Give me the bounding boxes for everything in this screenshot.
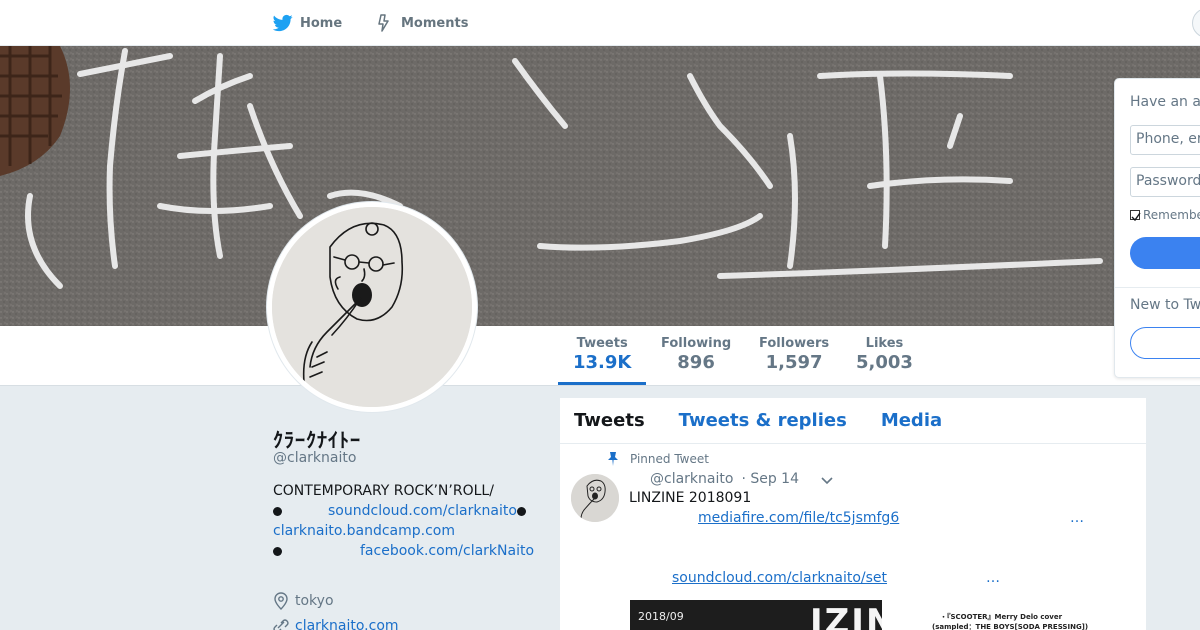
bio-bandcamp-link[interactable]: clarknaito.bandcamp.com [273,523,455,539]
profile-website[interactable]: clarknaito.com [273,618,399,630]
bullet-icon [517,507,526,516]
tweet-link-ellipsis[interactable]: … [1070,510,1084,526]
login-button[interactable] [1130,237,1200,269]
signup-button[interactable] [1130,327,1200,359]
tab-tweets[interactable]: Tweets [574,410,645,431]
tweet-header: @clarknaito · Sep 14 [650,471,799,487]
pin-icon [608,452,618,466]
stat-following-value: 896 [677,352,715,373]
bullet-icon [273,506,282,516]
login-heading: Have an a [1130,94,1200,110]
phone-email-field[interactable]: Phone, er [1130,125,1200,155]
location-pin-icon [274,592,288,610]
tweet-date[interactable]: · Sep 14 [741,471,799,487]
banner-graffiti-image [0,46,1200,326]
media-title-text: IZINE [810,602,882,630]
remember-me[interactable]: Remembe [1130,208,1200,222]
tweet-avatar-image [571,474,619,522]
tweet-media-image-left[interactable]: 2018/09 IZINE [630,600,882,630]
stat-likes-label: Likes [865,336,904,351]
divider [1115,287,1200,288]
tab-media[interactable]: Media [881,410,942,431]
profile-banner [0,46,1200,326]
bio-line: CONTEMPORARY ROCK’N’ROLL/ [273,483,494,499]
tweet-media-image-right[interactable]: ・『SCOOTER』Merry Delo cover (sampled：THE … [884,600,1134,630]
nav-moments-label: Moments [401,15,469,31]
lightning-icon [374,13,394,33]
bio-bandcamp-row: clarknaito.bandcamp.com [273,521,543,541]
bio-soundcloud-row: soundcloud.com/clarknaito [273,501,543,521]
remember-checkbox[interactable] [1130,210,1141,222]
pinned-indicator: Pinned Tweet [608,452,709,466]
tab-tweets-replies[interactable]: Tweets & replies [679,410,847,431]
signup-prompt: New to Tw [1130,297,1200,313]
nav-home[interactable]: Home [272,12,343,34]
account-avatar[interactable] [1192,8,1200,38]
bullet-icon [273,546,282,556]
location-text: tokyo [295,593,334,609]
checkmark-icon [1131,212,1141,222]
profile-bio: CONTEMPORARY ROCK’N’ROLL/ soundcloud.com… [273,481,543,561]
remember-label: Remembe [1143,208,1200,222]
media-caption-line: ・『SCOOTER』Merry Delo cover [940,613,1063,621]
pinned-label: Pinned Tweet [630,452,709,466]
website-link[interactable]: clarknaito.com [295,618,399,630]
stat-tweets-label: Tweets [576,336,628,351]
timeline-card: Tweets Tweets & replies Media Pinned Twe… [559,397,1147,630]
login-panel: Have an a Phone, er Password Remembe New… [1114,78,1200,378]
media-caption-line: (sampled：THE BOYS[SODA PRESSING]) [932,623,1089,630]
tweet-link-ellipsis[interactable]: … [986,570,1000,586]
profile-avatar[interactable] [267,202,477,412]
stat-likes-value: 5,003 [856,352,913,373]
media-date-text: 2018/09 [638,610,684,623]
profile-display-name: ｸﾗｰｸﾅｲﾄｰ [273,428,361,452]
active-stat-underline [558,382,646,385]
link-icon [273,619,289,630]
profile-nav: Tweets 13.9K Following 896 Followers 1,5… [0,326,1200,386]
profile-handle: @clarknaito [273,450,357,466]
twitter-bird-icon [272,13,293,33]
avatar-drawing-image [272,207,472,407]
top-nav: Home Moments [0,0,1200,46]
tweet-text: LINZINE 2018091 [629,490,752,506]
stat-tweets[interactable]: Tweets 13.9K [573,336,631,373]
timeline-tabs: Tweets Tweets & replies Media [560,398,1146,444]
bio-facebook-row: facebook.com/clarkNaito [273,541,543,561]
stat-followers-value: 1,597 [765,352,823,373]
chevron-down-icon[interactable] [820,476,834,486]
tweet-link-soundcloud[interactable]: soundcloud.com/clarknaito/set [672,570,887,586]
tweet-link-mediafire[interactable]: mediafire.com/file/tc5jsmfg6 [698,510,899,526]
nav-home-label: Home [300,15,343,31]
tweet-handle[interactable]: @clarknaito [650,471,733,487]
stat-followers[interactable]: Followers 1,597 [759,336,829,373]
bio-facebook-link[interactable]: facebook.com/clarkNaito [360,541,534,561]
password-field[interactable]: Password [1130,167,1200,197]
bio-soundcloud-link[interactable]: soundcloud.com/clarknaito [328,501,517,521]
tweet-avatar[interactable] [571,474,619,522]
stat-tweets-value: 13.9K [573,352,632,373]
stat-followers-label: Followers [759,336,830,351]
stat-following[interactable]: Following 896 [661,336,731,373]
stat-following-label: Following [661,336,732,351]
stat-likes[interactable]: Likes 5,003 [856,336,913,373]
nav-moments[interactable]: Moments [374,12,468,34]
profile-location: tokyo [273,592,334,610]
